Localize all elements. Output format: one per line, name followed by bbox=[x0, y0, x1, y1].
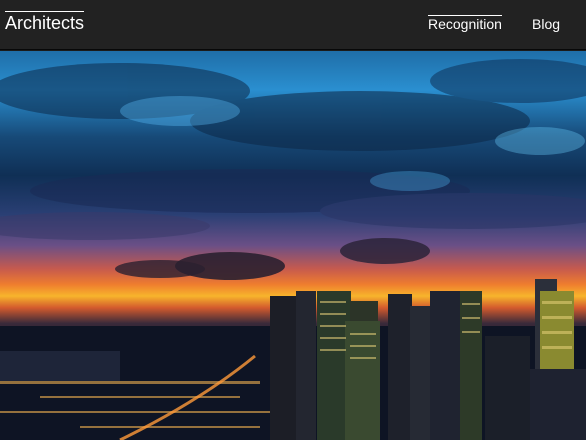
hero-image bbox=[0, 51, 586, 440]
top-navbar: Architects Recognition Blog bbox=[0, 0, 586, 50]
nav-link-recognition[interactable]: Recognition bbox=[428, 15, 502, 32]
brand-link[interactable]: Architects bbox=[5, 11, 85, 34]
horizon-clouds bbox=[115, 238, 430, 280]
skyline-illustration bbox=[0, 59, 586, 440]
nav-link-blog[interactable]: Blog bbox=[532, 16, 560, 32]
water bbox=[0, 351, 120, 381]
clouds bbox=[0, 59, 586, 240]
buildings bbox=[270, 279, 586, 440]
